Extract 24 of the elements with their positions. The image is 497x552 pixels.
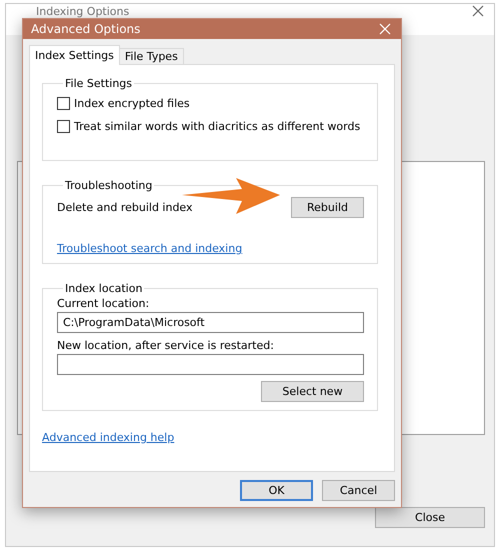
close-icon[interactable] — [472, 5, 484, 17]
troubleshoot-link[interactable]: Troubleshoot search and indexing — [57, 242, 242, 255]
rebuild-button[interactable]: Rebuild — [291, 196, 364, 218]
group-title: File Settings — [64, 77, 134, 90]
dialog-button[interactable]: OK — [240, 480, 313, 501]
checkbox-label: Index encrypted files — [74, 97, 190, 110]
help-link[interactable]: Advanced indexing help — [42, 431, 174, 444]
window-title: Indexing Options — [36, 5, 130, 18]
group-title: Index location — [64, 282, 144, 295]
new-location-field[interactable] — [57, 354, 364, 375]
checkbox[interactable] — [57, 120, 70, 133]
select-new-button[interactable]: Select new — [261, 381, 364, 402]
checkbox[interactable] — [57, 97, 70, 110]
current-location-field[interactable]: C:\ProgramData\Microsoft — [57, 312, 364, 333]
dialog-button[interactable]: Cancel — [322, 480, 395, 501]
tab[interactable]: File Types — [118, 48, 184, 65]
checkbox-label: Treat similar words with diacritics as different words — [74, 120, 360, 133]
group-title: Troubleshooting — [64, 179, 154, 192]
field-label: New location, after service is restarted: — [57, 339, 275, 352]
dialog-title: Advanced Options — [31, 22, 140, 36]
tab[interactable]: Index Settings — [29, 45, 120, 65]
field-label: Current location: — [57, 297, 150, 310]
rebuild-label: Delete and rebuild index — [57, 200, 193, 214]
close-button[interactable]: Close — [375, 507, 485, 528]
